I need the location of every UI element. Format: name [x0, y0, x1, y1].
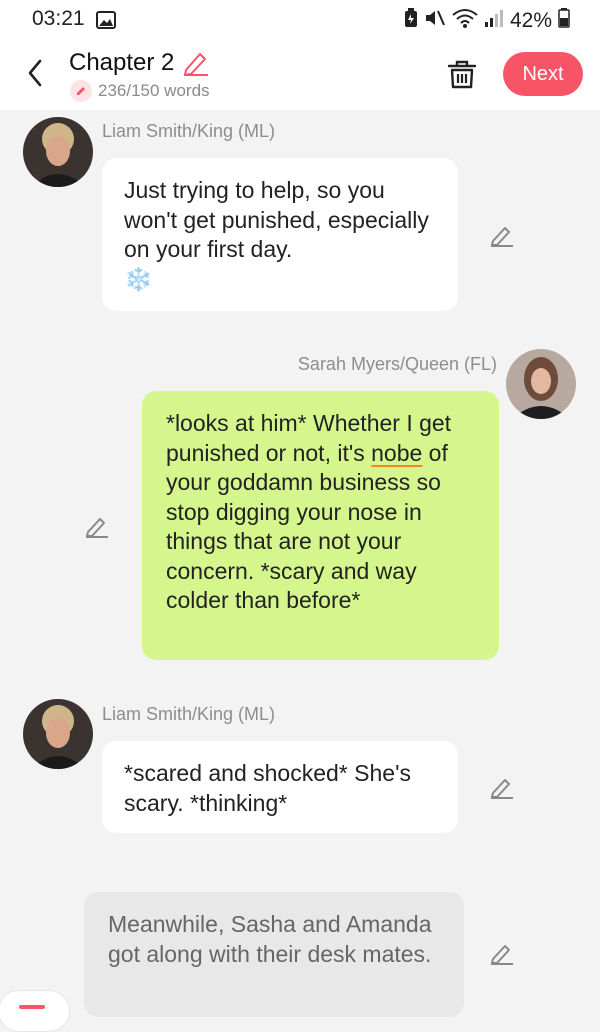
- edit-message-icon[interactable]: [489, 775, 515, 804]
- floating-action-button[interactable]: [0, 990, 70, 1032]
- battery-level: 42%: [509, 9, 552, 32]
- message-text: *scared and shocked* She's scary. *think…: [124, 760, 411, 816]
- pencil-badge-icon: [70, 80, 92, 102]
- avatar-sarah[interactable]: [506, 349, 576, 419]
- gallery-notification-icon: [96, 11, 116, 34]
- misspelled-word[interactable]: nobe: [371, 440, 422, 466]
- status-bar: 03:21 42%: [0, 0, 600, 40]
- narration-bubble[interactable]: Meanwhile, Sasha and Amanda got along wi…: [84, 892, 464, 1017]
- status-time: 03:21: [32, 7, 85, 30]
- avatar-liam[interactable]: [23, 699, 93, 769]
- speaker-name: Liam Smith/King (ML): [102, 704, 276, 724]
- message-bubble[interactable]: *scared and shocked* She's scary. *think…: [102, 741, 458, 833]
- word-count: 236/150 words: [98, 81, 210, 100]
- edit-message-icon[interactable]: [84, 514, 110, 543]
- battery-saver-icon: [404, 8, 418, 34]
- delete-button[interactable]: [446, 58, 478, 95]
- word-count-row: 236/150 words: [70, 80, 210, 102]
- speaker-name: Sarah Myers/Queen (FL): [297, 354, 497, 374]
- signal-icon: [484, 8, 504, 34]
- edit-title-icon[interactable]: [182, 50, 210, 81]
- back-arrow-icon: [28, 59, 42, 87]
- speaker-name: Liam Smith/King (ML): [102, 121, 276, 141]
- message-bubble[interactable]: Just trying to help, so you won't get pu…: [102, 158, 458, 311]
- narration-text: Meanwhile, Sasha and Amanda got along wi…: [108, 911, 432, 967]
- message-bubble[interactable]: *looks at him* Whether I get punished or…: [142, 391, 499, 660]
- mute-icon: [424, 8, 446, 34]
- message-text: Just trying to help, so you won't get pu…: [124, 177, 429, 262]
- snowflake-emoji: ❄️: [124, 265, 153, 292]
- next-button[interactable]: Next: [503, 52, 583, 96]
- chapter-title[interactable]: Chapter 2: [69, 49, 174, 77]
- message-text: *looks at him* Whether I get punished or…: [166, 410, 452, 613]
- edit-message-icon[interactable]: [489, 223, 515, 252]
- edit-message-icon[interactable]: [489, 941, 515, 970]
- trash-icon: [447, 60, 477, 89]
- battery-icon: [558, 8, 570, 34]
- fab-mark-icon: [19, 1005, 45, 1009]
- wifi-icon: [452, 8, 478, 34]
- avatar-liam[interactable]: [23, 117, 93, 187]
- chapter-header: Chapter 2 236/150 words Next: [0, 40, 600, 110]
- back-button[interactable]: [20, 56, 50, 90]
- status-indicators: 42%: [404, 8, 570, 34]
